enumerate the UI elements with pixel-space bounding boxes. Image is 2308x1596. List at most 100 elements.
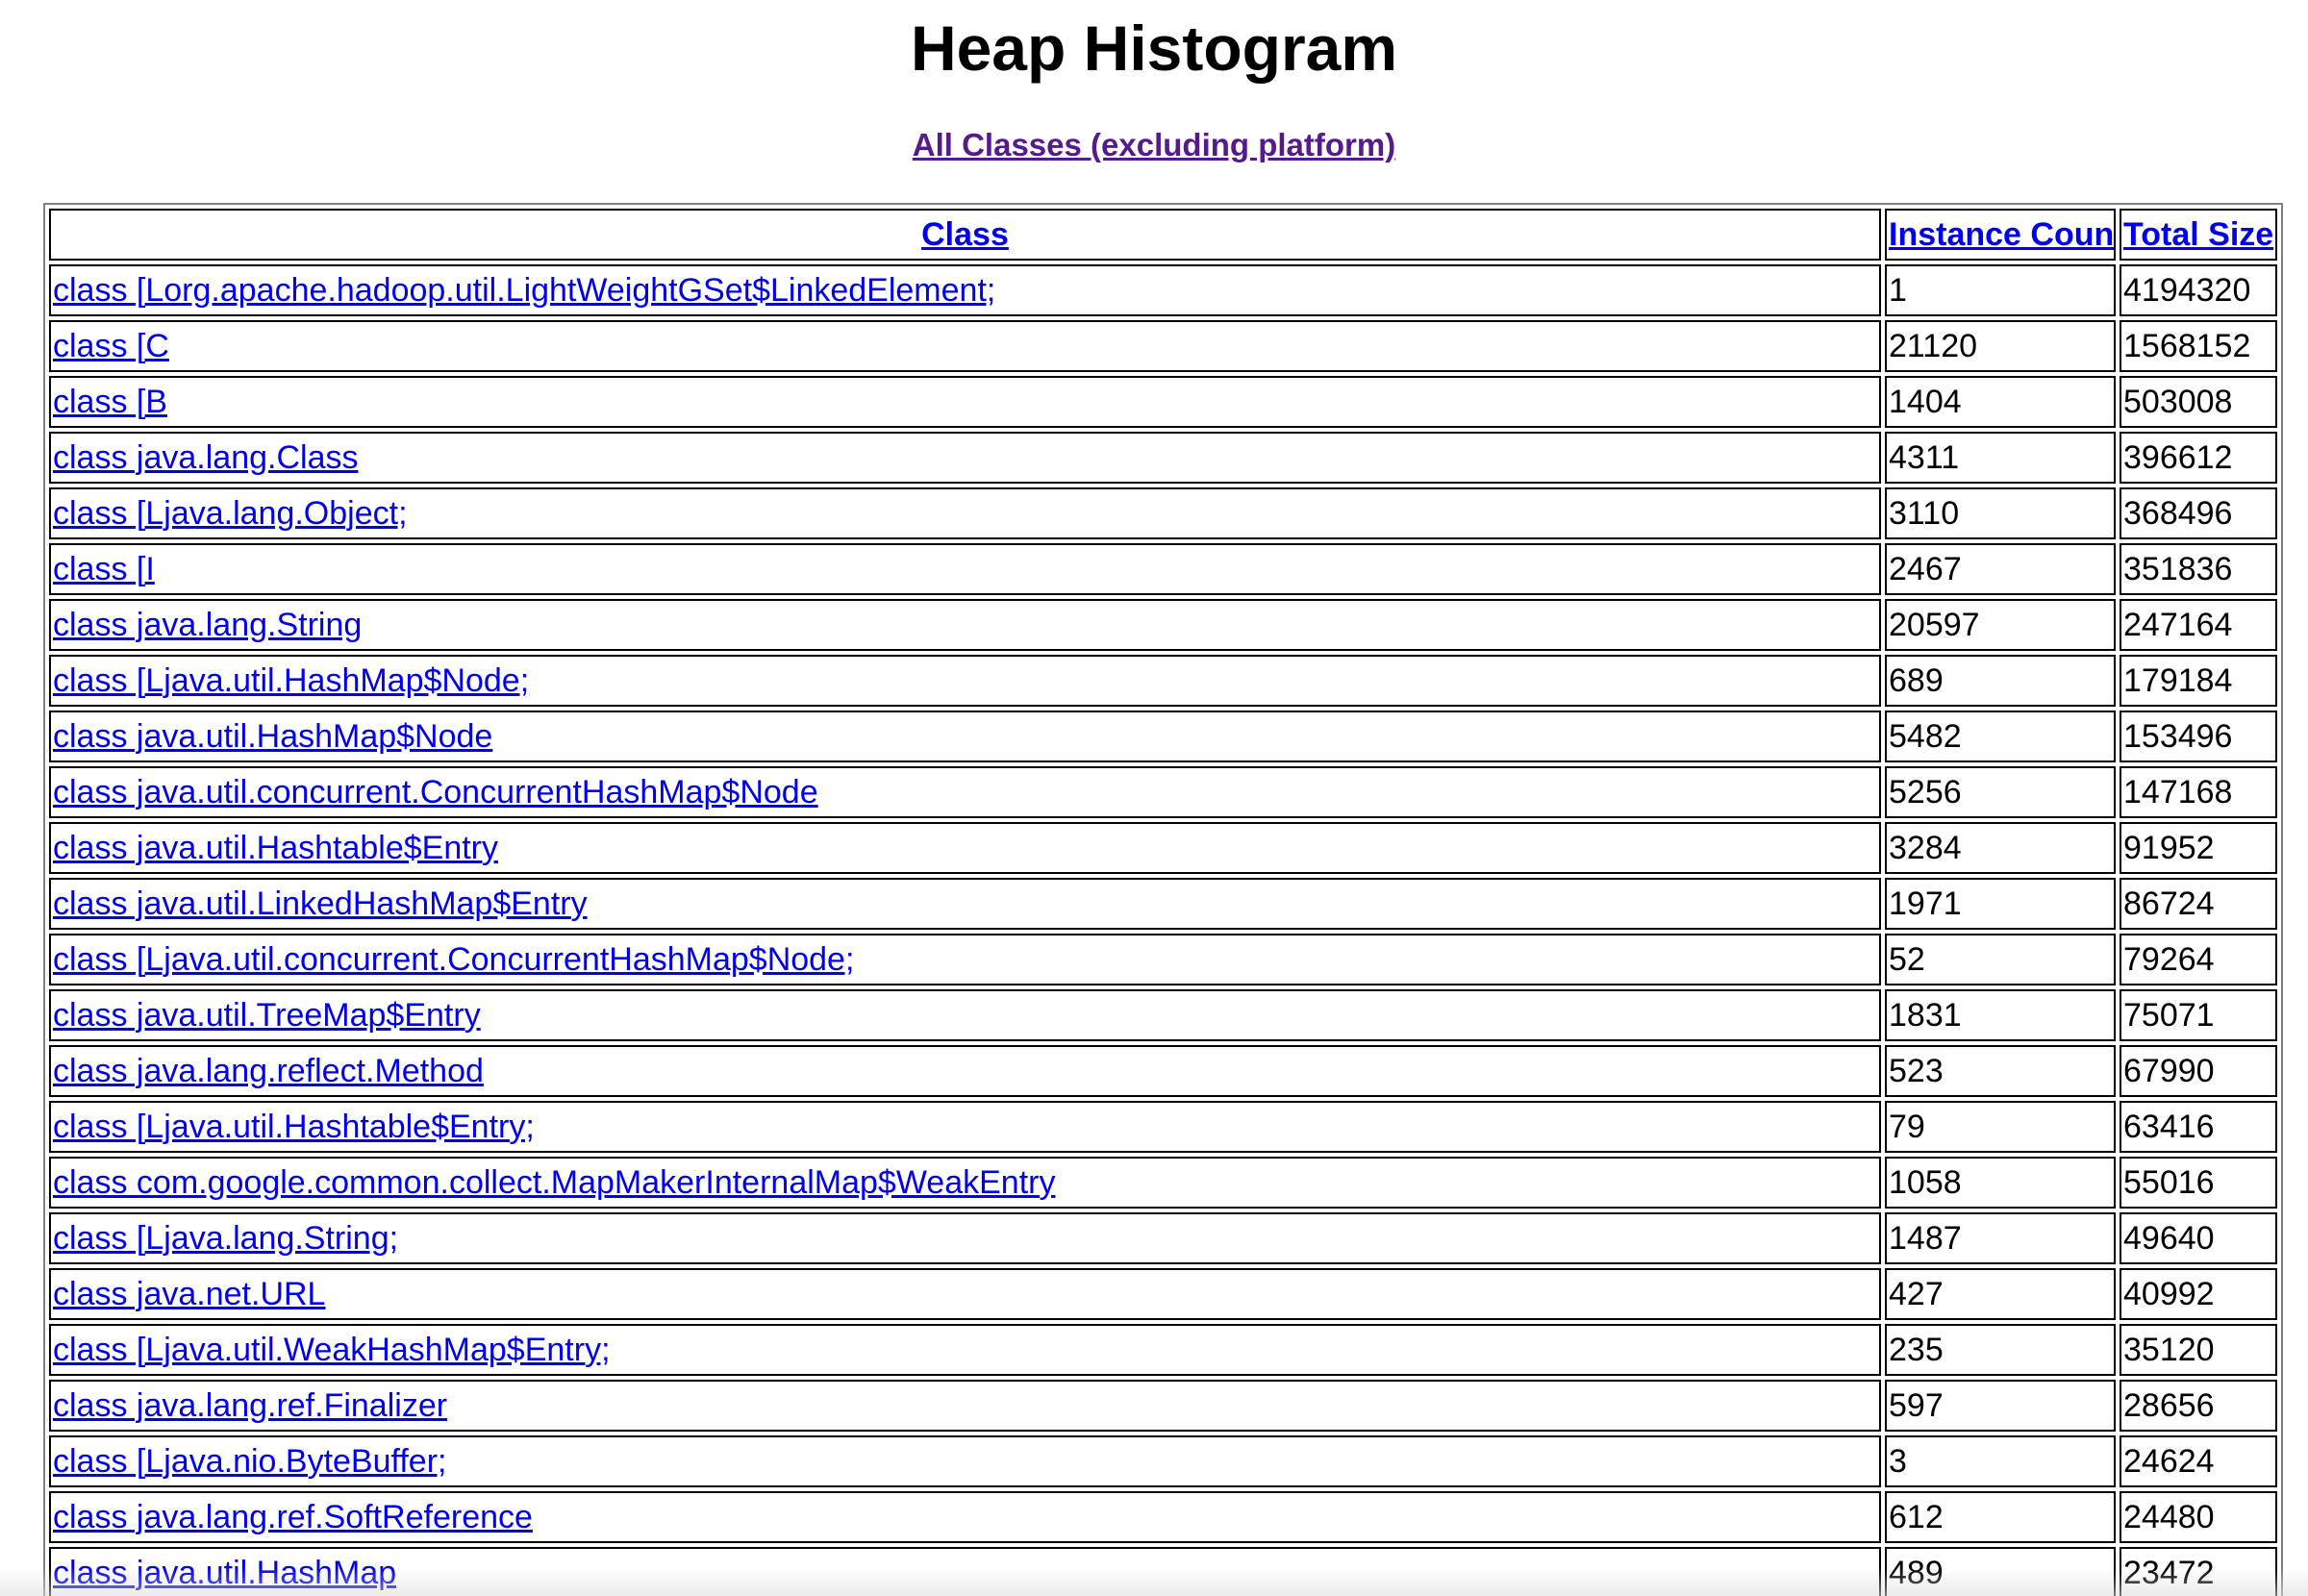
instance-count-cell: 79 [1885, 1101, 2116, 1153]
nav-links: All Classes (excluding platform) [0, 127, 2308, 177]
total-size-cell: 79264 [2120, 934, 2277, 985]
class-cell: class com.google.common.collect.MapMaker… [49, 1157, 1881, 1209]
instance-count-cell: 5256 [1885, 766, 2116, 818]
class-cell: class java.lang.Class [49, 432, 1881, 484]
class-cell: class java.util.TreeMap$Entry [49, 989, 1881, 1041]
instance-count-cell: 1971 [1885, 878, 2116, 930]
class-link[interactable]: class java.util.Hashtable$Entry [53, 830, 498, 866]
table-row: class [I 2467 351836 [49, 543, 2277, 595]
class-link[interactable]: class [Ljava.util.HashMap$Node; [53, 662, 529, 699]
total-size-cell: 24480 [2120, 1491, 2277, 1543]
instance-count-cell: 5482 [1885, 711, 2116, 762]
class-cell: class [Ljava.lang.String; [49, 1212, 1881, 1264]
class-cell: class java.util.Hashtable$Entry [49, 822, 1881, 874]
table-row: class java.util.HashMap 489 23472 [49, 1547, 2277, 1596]
table-row: class java.util.LinkedHashMap$Entry 1971 8… [49, 878, 2277, 930]
sort-by-instance-count-link[interactable]: Instance Count [1889, 216, 2114, 253]
instance-count-cell: 2467 [1885, 543, 2116, 595]
class-cell: class java.util.LinkedHashMap$Entry [49, 878, 1881, 930]
class-link[interactable]: class java.util.concurrent.ConcurrentHas… [53, 774, 818, 810]
class-link[interactable]: class com.google.common.collect.MapMaker… [53, 1164, 1055, 1201]
class-link[interactable]: class [C [53, 328, 169, 364]
class-link[interactable]: class [Ljava.util.WeakHashMap$Entry; [53, 1332, 611, 1368]
class-link[interactable]: class java.lang.Class [53, 439, 358, 476]
class-cell: class [Ljava.nio.ByteBuffer; [49, 1435, 1881, 1487]
class-link[interactable]: class java.lang.ref.SoftReference [53, 1499, 533, 1535]
total-size-cell: 396612 [2120, 432, 2277, 484]
total-size-cell: 40992 [2120, 1268, 2277, 1320]
instance-count-cell: 1058 [1885, 1157, 2116, 1209]
table-row: class java.lang.ref.Finalizer 597 28656 [49, 1380, 2277, 1432]
class-cell: class java.lang.reflect.Method [49, 1045, 1881, 1097]
class-link[interactable]: class java.util.HashMap [53, 1555, 396, 1591]
table-row: class java.net.URL 427 40992 [49, 1268, 2277, 1320]
class-link[interactable]: class [Ljava.lang.Object; [53, 495, 408, 532]
table-row: class java.lang.String 20597 247164 [49, 599, 2277, 651]
total-size-column-header: Total Size [2120, 209, 2277, 261]
total-size-cell: 147168 [2120, 766, 2277, 818]
total-size-cell: 63416 [2120, 1101, 2277, 1153]
instance-count-cell: 427 [1885, 1268, 2116, 1320]
class-link[interactable]: class [Lorg.apache.hadoop.util.LightWeig… [53, 272, 995, 309]
class-link[interactable]: class java.lang.ref.Finalizer [53, 1387, 447, 1424]
class-cell: class java.net.URL [49, 1268, 1881, 1320]
total-size-cell: 86724 [2120, 878, 2277, 930]
class-link[interactable]: class java.lang.reflect.Method [53, 1053, 484, 1089]
class-cell: class [Ljava.lang.Object; [49, 487, 1881, 539]
table-row: class [B 1404 503008 [49, 376, 2277, 428]
class-link[interactable]: class java.util.LinkedHashMap$Entry [53, 885, 588, 922]
instance-count-cell: 1831 [1885, 989, 2116, 1041]
total-size-cell: 247164 [2120, 599, 2277, 651]
instance-count-cell: 523 [1885, 1045, 2116, 1097]
class-cell: class [B [49, 376, 1881, 428]
class-link[interactable]: class [B [53, 384, 167, 420]
class-cell: class java.lang.String [49, 599, 1881, 651]
table-row: class [Ljava.lang.Object; 3110 368496 [49, 487, 2277, 539]
total-size-cell: 179184 [2120, 655, 2277, 707]
class-cell: class [Ljava.util.Hashtable$Entry; [49, 1101, 1881, 1153]
page-title: Heap Histogram [910, 12, 1398, 84]
table-row: class [Ljava.util.WeakHashMap$Entry; 235 3… [49, 1324, 2277, 1376]
class-link[interactable]: class java.lang.String [53, 607, 362, 643]
all-classes-excluding-platform-link[interactable]: All Classes (excluding platform) [913, 127, 1395, 162]
table-header-row: Class Instance Count Total Size [49, 209, 2277, 261]
sort-by-total-size-link[interactable]: Total Size [2123, 216, 2273, 253]
class-cell: class java.util.HashMap [49, 1547, 1881, 1596]
total-size-cell: 75071 [2120, 989, 2277, 1041]
total-size-cell: 503008 [2120, 376, 2277, 428]
instance-count-cell: 3284 [1885, 822, 2116, 874]
total-size-cell: 35120 [2120, 1324, 2277, 1376]
table-body: class [Lorg.apache.hadoop.util.LightWeig… [49, 264, 2277, 1596]
class-cell: class java.util.HashMap$Node [49, 711, 1881, 762]
total-size-cell: 28656 [2120, 1380, 2277, 1432]
class-link[interactable]: class [I [53, 551, 155, 587]
class-cell: class java.lang.ref.Finalizer [49, 1380, 1881, 1432]
sort-by-class-link[interactable]: Class [921, 216, 1009, 253]
class-cell: class [Ljava.util.HashMap$Node; [49, 655, 1881, 707]
instance-count-cell: 1 [1885, 264, 2116, 316]
class-link[interactable]: class [Ljava.lang.String; [53, 1220, 398, 1257]
table-row: class [Ljava.nio.ByteBuffer; 3 24624 [49, 1435, 2277, 1487]
total-size-cell: 23472 [2120, 1547, 2277, 1596]
class-column-header: Class [49, 209, 1881, 261]
table-row: class java.lang.Class 4311 396612 [49, 432, 2277, 484]
class-link[interactable]: class java.util.HashMap$Node [53, 718, 492, 755]
total-size-cell: 1568152 [2120, 320, 2277, 372]
table-row: class [Lorg.apache.hadoop.util.LightWeig… [49, 264, 2277, 316]
class-link[interactable]: class [Ljava.util.Hashtable$Entry; [53, 1109, 535, 1145]
table-row: class java.lang.ref.SoftReference 612 2448… [49, 1491, 2277, 1543]
class-link[interactable]: class [Ljava.util.concurrent.ConcurrentH… [53, 941, 854, 978]
table-row: class [Ljava.lang.String; 1487 49640 [49, 1212, 2277, 1264]
class-link[interactable]: class java.net.URL [53, 1276, 325, 1312]
table-row: class java.util.TreeMap$Entry 1831 75071 [49, 989, 2277, 1041]
total-size-cell: 153496 [2120, 711, 2277, 762]
class-link[interactable]: class java.util.TreeMap$Entry [53, 997, 481, 1034]
class-cell: class [C [49, 320, 1881, 372]
instance-count-cell: 52 [1885, 934, 2116, 985]
table-row: class java.util.Hashtable$Entry 3284 91952 [49, 822, 2277, 874]
class-link[interactable]: class [Ljava.nio.ByteBuffer; [53, 1443, 446, 1480]
class-cell: class [I [49, 543, 1881, 595]
table-row: class java.util.HashMap$Node 5482 153496 [49, 711, 2277, 762]
instance-count-cell: 235 [1885, 1324, 2116, 1376]
class-cell: class [Ljava.util.WeakHashMap$Entry; [49, 1324, 1881, 1376]
